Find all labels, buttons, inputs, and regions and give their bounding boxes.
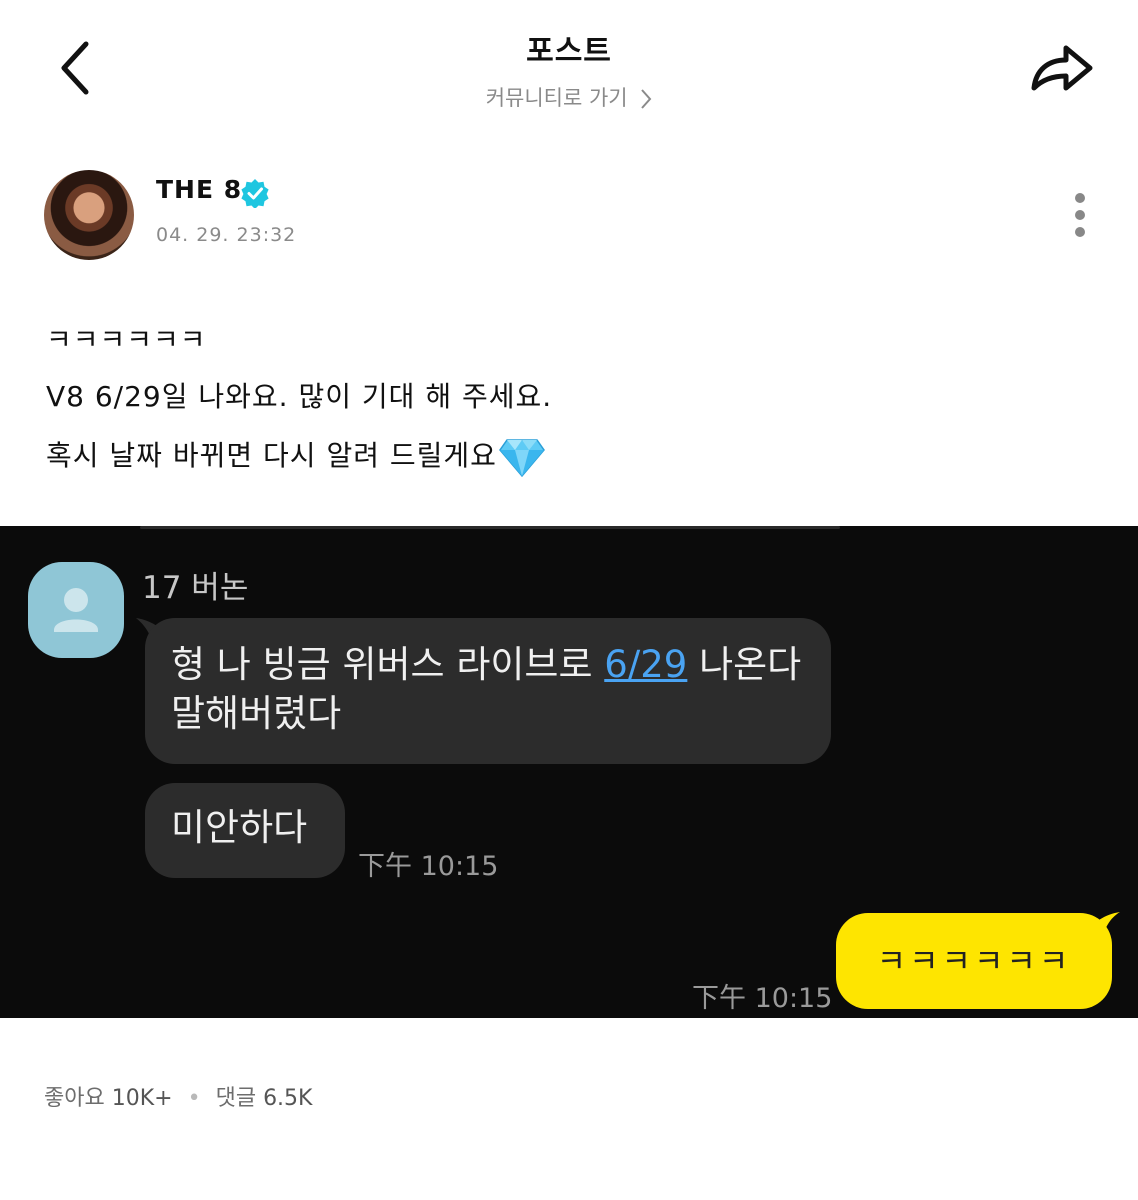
chevron-right-icon [641,89,652,109]
person-icon [54,588,98,632]
comments-label[interactable]: 댓글 [216,1086,256,1111]
page-title: 포스트 [526,34,612,69]
comments-count[interactable]: 6.5K [263,1086,312,1111]
author-name[interactable]: THE 8 [156,175,242,204]
outgoing-message-bubble: ㅋㅋㅋㅋㅋㅋ [836,913,1112,1009]
message-text-cont: 나온다 [687,643,802,686]
likes-label[interactable]: 좋아요 [44,1086,105,1111]
chat-screenshot: 17 버논 형 나 빙금 위버스 라이브로 6/29 나온다 말해버렸다 미안하… [0,526,1138,1018]
post-text-line-3: 혹시 날짜 바뀌면 다시 알려 드릴게요 [46,434,545,478]
post-text-line-3-text: 혹시 날짜 바뀌면 다시 알려 드릴게요 [46,439,497,472]
post-stats: 좋아요 10K+ • 댓글 6.5K [44,1080,312,1112]
community-link-label: 커뮤니티로 가기 [485,86,628,110]
post-text-line-1: ㅋㅋㅋㅋㅋㅋ [46,323,207,356]
gem-icon [498,439,545,478]
share-icon [1031,45,1093,91]
message-text-line2: 말해버렸다 [171,692,342,735]
post-text-line-2: V8 6/29일 나와요. 많이 기대 해 주세요. [46,380,553,413]
incoming-message-bubble: 형 나 빙금 위버스 라이브로 6/29 나온다 말해버렸다 [145,618,831,764]
outgoing-timestamp: 下午 10:15 [692,983,833,1014]
contact-name: 17 버논 [142,570,249,606]
share-button[interactable] [1026,36,1098,100]
message-text: 형 나 빙금 위버스 라이브로 [171,643,605,686]
contact-avatar [28,562,124,658]
incoming-message-bubble-2: 미안하다 [145,783,345,878]
author-avatar[interactable] [44,170,134,260]
likes-count[interactable]: 10K+ [112,1086,173,1111]
divider [140,526,840,529]
date-link: 6/29 [604,643,688,686]
message-text-2: 미안하다 [171,806,308,849]
post-timestamp: 04. 29. 23:32 [156,224,297,246]
verified-badge-icon [241,179,269,208]
incoming-timestamp: 下午 10:15 [358,851,499,882]
separator-dot: • [187,1086,201,1111]
more-vertical-icon [1075,193,1085,237]
more-options-button[interactable] [1064,190,1096,240]
community-link[interactable]: 커뮤니티로 가기 [0,82,1138,112]
